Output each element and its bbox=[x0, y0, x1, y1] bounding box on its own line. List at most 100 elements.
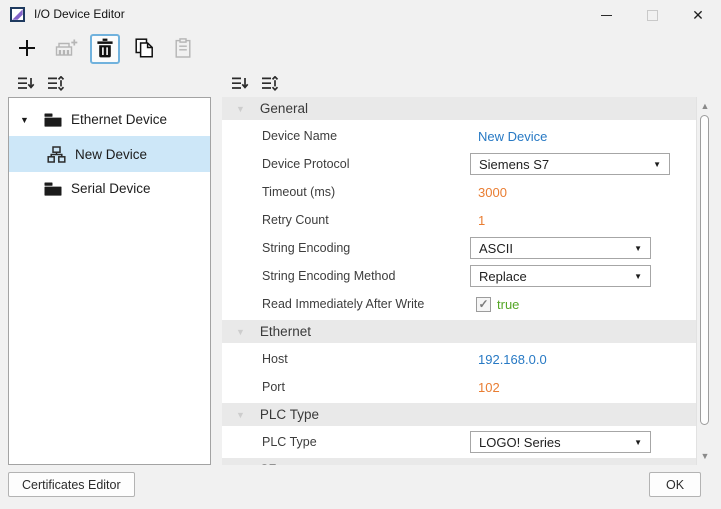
property-label: Timeout (ms) bbox=[262, 185, 478, 199]
dropdown-value: ASCII bbox=[479, 241, 513, 256]
paste-button bbox=[168, 34, 198, 64]
plus-icon bbox=[17, 38, 37, 61]
copy-icon bbox=[135, 38, 154, 61]
value-text-port[interactable]: 102 bbox=[478, 380, 500, 395]
delete-button[interactable] bbox=[90, 34, 120, 64]
collapse-all-button[interactable] bbox=[18, 76, 35, 94]
value-text-host[interactable]: 192.168.0.0 bbox=[478, 352, 547, 367]
value-text-device-name[interactable]: New Device bbox=[478, 129, 547, 144]
scroll-down-icon[interactable]: ▼ bbox=[697, 448, 713, 464]
chevron-down-icon: ▼ bbox=[236, 104, 245, 114]
property-value: 1 bbox=[478, 213, 696, 228]
main-toolbar bbox=[12, 32, 198, 66]
checkbox-read-immediately-after-write[interactable]: ✓ bbox=[476, 297, 491, 312]
scroll-up-icon[interactable]: ▲ bbox=[697, 98, 713, 114]
tree-panel-toolbar bbox=[18, 74, 65, 96]
section-header-plc-type[interactable]: ▼ PLC Type bbox=[222, 403, 696, 426]
grid-panel-toolbar bbox=[232, 74, 279, 96]
dropdown-plc-type[interactable]: LOGO! Series▼ bbox=[470, 431, 651, 453]
property-value: Replace▼ bbox=[478, 265, 696, 287]
tree-item-label: Serial Device bbox=[71, 181, 151, 196]
value-text-timeout-ms[interactable]: 3000 bbox=[478, 185, 507, 200]
titlebar: I/O Device Editor ✕ bbox=[0, 0, 721, 28]
section-s7: ▼ S7 bbox=[222, 458, 696, 465]
dropdown-string-encoding[interactable]: ASCII ▼ bbox=[470, 237, 651, 259]
property-grid: ▼GeneralDevice NameNew DeviceDevice Prot… bbox=[222, 97, 696, 465]
clipboard-icon bbox=[175, 38, 191, 61]
vertical-scrollbar[interactable]: ▲ ▼ bbox=[696, 97, 713, 465]
expand-all-icon bbox=[48, 76, 65, 94]
expand-all-button[interactable] bbox=[48, 76, 65, 94]
section-title: General bbox=[260, 101, 308, 116]
property-row-port: Port102 bbox=[222, 373, 696, 401]
section-title: PLC Type bbox=[260, 407, 319, 422]
add-device-button bbox=[51, 34, 81, 64]
minimize-icon bbox=[601, 15, 612, 16]
section-general: ▼GeneralDevice NameNew DeviceDevice Prot… bbox=[222, 97, 696, 318]
tree-item-label: Ethernet Device bbox=[71, 112, 167, 127]
property-value: LOGO! Series▼ bbox=[478, 431, 696, 453]
expand-all-icon bbox=[262, 76, 279, 94]
maximize-icon bbox=[647, 10, 658, 21]
maximize-button[interactable] bbox=[629, 0, 675, 30]
dropdown-value: Replace bbox=[479, 269, 527, 284]
scrollbar-thumb[interactable] bbox=[700, 115, 709, 425]
property-label: PLC Type bbox=[262, 435, 478, 449]
chevron-down-icon: ▼ bbox=[236, 465, 245, 466]
close-button[interactable]: ✕ bbox=[675, 0, 721, 30]
property-row-read-immediately-after-write: Read Immediately After Write✓true bbox=[222, 290, 696, 318]
property-value: New Device bbox=[478, 129, 696, 144]
section-header-ethernet[interactable]: ▼ Ethernet bbox=[222, 320, 696, 343]
property-value: ASCII ▼ bbox=[478, 237, 696, 259]
collapse-all-icon bbox=[232, 76, 249, 94]
minimize-button[interactable] bbox=[583, 0, 629, 30]
window-title: I/O Device Editor bbox=[34, 7, 125, 21]
tree-item-new-device[interactable]: New Device bbox=[9, 136, 210, 172]
property-label: Host bbox=[262, 352, 478, 366]
collapse-all-icon bbox=[18, 76, 35, 94]
close-icon: ✕ bbox=[692, 8, 704, 22]
copy-button[interactable] bbox=[129, 34, 159, 64]
section-title: S7 bbox=[260, 462, 277, 465]
network-device-icon bbox=[47, 146, 66, 163]
ok-button[interactable]: OK bbox=[649, 472, 701, 497]
value-text-retry-count[interactable]: 1 bbox=[478, 213, 485, 228]
property-panel: ▼GeneralDevice NameNew DeviceDevice Prot… bbox=[222, 97, 713, 465]
property-row-host: Host192.168.0.0 bbox=[222, 345, 696, 373]
chevron-down-icon: ▼ bbox=[236, 410, 245, 420]
property-row-plc-type: PLC TypeLOGO! Series▼ bbox=[222, 428, 696, 456]
collapse-all-button[interactable] bbox=[232, 76, 249, 94]
tree-item-serial-device[interactable]: ▼Serial Device bbox=[9, 172, 210, 205]
app-icon bbox=[10, 7, 25, 22]
property-label: Device Protocol bbox=[262, 157, 478, 171]
dropdown-value: Siemens S7 bbox=[479, 157, 549, 172]
section-header-general[interactable]: ▼ General bbox=[222, 97, 696, 120]
property-row-device-protocol: Device ProtocolSiemens S7 ▼ bbox=[222, 150, 696, 178]
checkbox-value-label: true bbox=[497, 297, 519, 312]
section-header-s7[interactable]: ▼ S7 bbox=[222, 458, 696, 465]
tree-item-label: New Device bbox=[75, 147, 147, 162]
dropdown-device-protocol[interactable]: Siemens S7 ▼ bbox=[470, 153, 670, 175]
section-plc-type: ▼PLC TypePLC TypeLOGO! Series▼ bbox=[222, 403, 696, 456]
property-row-string-encoding: String EncodingASCII▼ bbox=[222, 234, 696, 262]
chevron-down-icon: ▼ bbox=[634, 244, 642, 253]
property-value: 3000 bbox=[478, 185, 696, 200]
property-row-device-name: Device NameNew Device bbox=[222, 122, 696, 150]
folder-icon bbox=[44, 182, 62, 196]
section-ethernet: ▼EthernetHost192.168.0.0Port102 bbox=[222, 320, 696, 401]
tree-item-ethernet-device[interactable]: ▼ Ethernet Device bbox=[9, 103, 210, 136]
property-value: Siemens S7 ▼ bbox=[478, 153, 696, 175]
property-row-string-encoding-method: String Encoding MethodReplace▼ bbox=[222, 262, 696, 290]
dropdown-string-encoding-method[interactable]: Replace▼ bbox=[470, 265, 651, 287]
chevron-down-icon: ▼ bbox=[653, 160, 661, 169]
certificates-editor-button[interactable]: Certificates Editor bbox=[8, 472, 135, 497]
expand-all-button[interactable] bbox=[262, 76, 279, 94]
property-label: String Encoding Method bbox=[262, 269, 478, 283]
chevron-down-icon: ▼ bbox=[236, 327, 245, 337]
property-value: 102 bbox=[478, 380, 696, 395]
add-button[interactable] bbox=[12, 34, 42, 64]
folder-icon bbox=[44, 113, 62, 127]
section-title: Ethernet bbox=[260, 324, 311, 339]
expander-icon[interactable]: ▼ bbox=[9, 115, 44, 125]
property-label: Port bbox=[262, 380, 478, 394]
